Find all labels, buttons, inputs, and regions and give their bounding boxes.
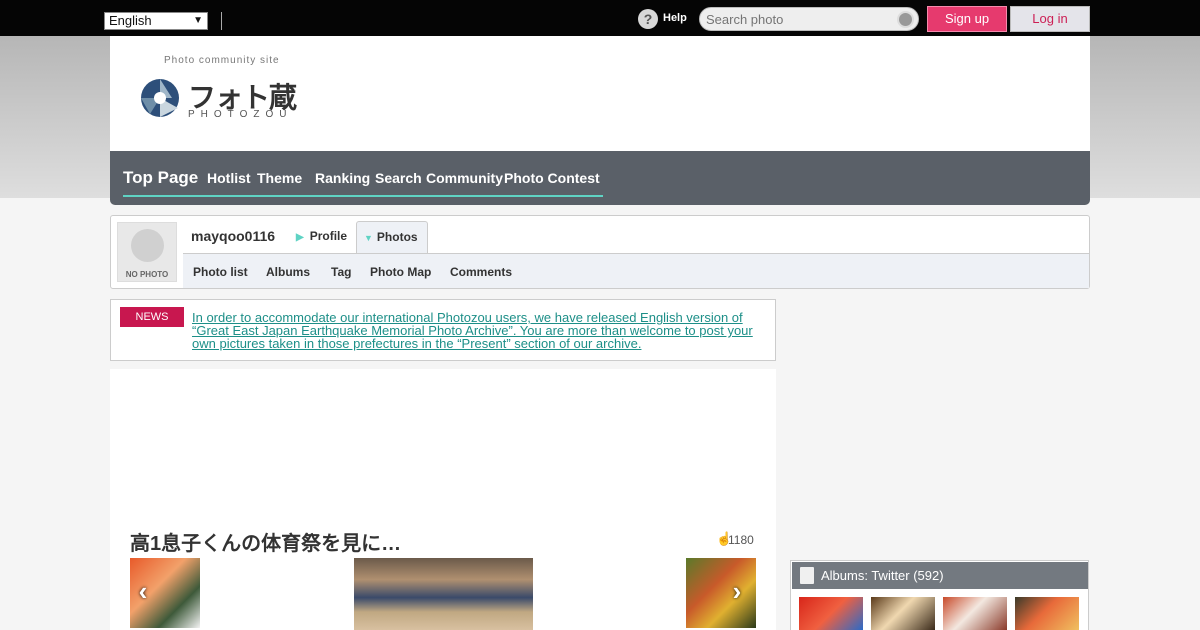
language-value: English [109,13,152,28]
triangle-right-icon: ▶ [296,232,304,243]
nav-hotlist[interactable]: Hotlist [207,170,251,186]
view-count: 1180 [728,533,754,547]
nav-search[interactable]: Search [375,170,422,186]
nav-ranking[interactable]: Ranking [315,170,370,186]
album-thumbnail[interactable] [871,597,935,630]
search-icon[interactable] [897,11,914,28]
help-icon[interactable]: ? [638,9,658,29]
photo-title: 高1息子くんの体育祭を見に… [130,533,402,555]
main-photo[interactable] [354,558,533,630]
triangle-down-icon: ▼ [364,233,373,243]
chevron-down-icon: ▼ [193,15,203,26]
chevron-right-icon[interactable]: › [727,576,747,606]
nav-theme[interactable]: Theme [257,170,302,186]
subnav-comments[interactable]: Comments [450,265,512,279]
signup-button[interactable]: Sign up [927,6,1007,32]
tab-photos[interactable]: ▼ Photos [356,221,428,253]
album-book-icon [800,567,814,584]
tab-photos-label: Photos [376,230,418,244]
nav-active-underline [123,195,603,197]
news-link[interactable]: In order to accommodate our internationa… [192,311,762,350]
avatar-label: NO PHOTO [125,270,169,279]
subnav-photo-list[interactable]: Photo list [193,265,248,279]
album-thumbnail[interactable] [799,597,863,630]
album-thumbnail[interactable] [943,597,1007,630]
tab-profile-label: Profile [309,229,348,243]
search-input[interactable] [699,7,919,31]
tab-profile[interactable]: ▶ Profile [296,229,347,243]
nav-community[interactable]: Community [426,170,503,186]
logo-aperture-icon[interactable] [138,78,184,118]
language-select[interactable]: English ▼ [104,12,208,30]
login-button[interactable]: Log in [1010,6,1090,32]
avatar-placeholder-icon [131,229,164,262]
subnav-photo-map[interactable]: Photo Map [370,265,431,279]
main-nav: Top Page Hotlist Theme Ranking Search Co… [110,151,1090,205]
username[interactable]: mayqoo0116 [191,228,275,244]
chevron-left-icon[interactable]: ‹ [133,576,153,606]
news-badge: NEWS [120,307,184,327]
subnav-tag[interactable]: Tag [331,265,351,279]
logo-tagline: Photo community site [164,55,280,66]
nav-photo-contest[interactable]: Photo Contest [504,170,600,186]
albums-header[interactable]: Albums: Twitter (592) [792,562,1088,589]
photos-subnav: Photo list Albums Tag Photo Map Comments [183,253,1089,288]
avatar[interactable]: NO PHOTO [117,222,177,282]
subnav-albums[interactable]: Albums [266,265,310,279]
logo-subtitle: PHOTOZOU [188,109,293,120]
album-thumbnail[interactable] [1015,597,1079,630]
nav-top-page[interactable]: Top Page [123,168,198,188]
help-link[interactable]: Help [663,12,687,24]
topbar-divider [221,12,222,30]
